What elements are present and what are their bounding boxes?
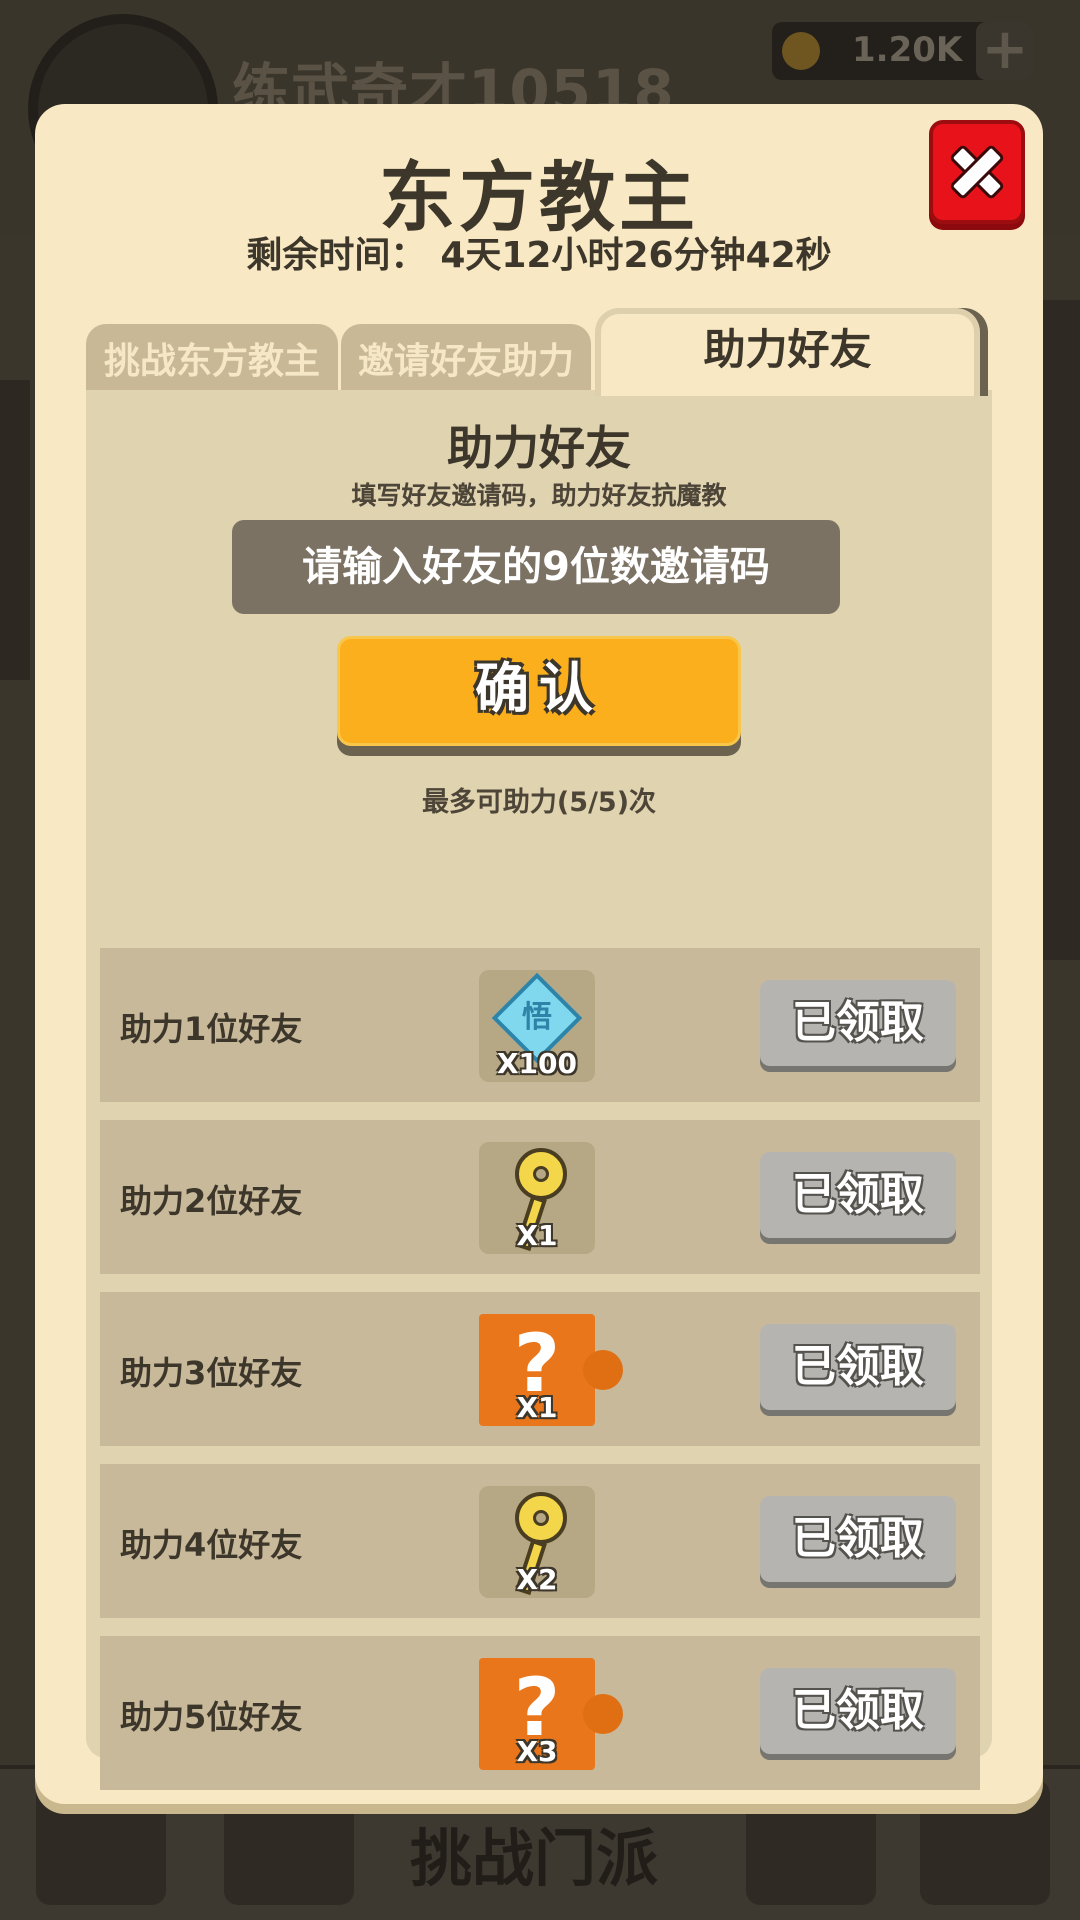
- assist-limit-text: 最多可助力(5/5)次: [421, 787, 657, 818]
- timer-label: 剩余时间：: [246, 235, 427, 276]
- tab-invite-friends[interactable]: 邀请好友助力: [341, 324, 591, 396]
- reward-row: 助力3位好友 ? X1 已领取: [100, 1292, 980, 1446]
- key-icon: [515, 1492, 567, 1544]
- claimed-button[interactable]: 已领取: [760, 980, 956, 1066]
- reward-row: 助力1位好友 悟 X100 已领取: [100, 948, 980, 1102]
- panel-subtitle: 填写好友邀请码，助力好友抗魔教: [351, 481, 727, 510]
- reward-row: 助力5位好友 ? X3 已领取: [100, 1636, 980, 1790]
- event-modal: 东方教主 剩余时间： 4天12小时26分钟42秒 挑战东方教主 邀请好友助力 助力…: [35, 104, 1043, 1804]
- currency-display: 1.20K +: [772, 22, 1034, 80]
- panel-title: 助力好友: [447, 421, 631, 475]
- reward-label: 助力2位好友: [120, 1182, 303, 1220]
- close-button[interactable]: [929, 120, 1025, 224]
- reward-item: ? X3: [479, 1658, 623, 1770]
- timer-value: 4天12小时26分钟42秒: [440, 235, 832, 276]
- reward-row: 助力4位好友 X2 已领取: [100, 1464, 980, 1618]
- confirm-button[interactable]: 确认: [337, 636, 741, 746]
- diamond-icon-char: 悟: [522, 1000, 552, 1035]
- invite-code-input[interactable]: [232, 520, 840, 614]
- reward-row: 助力2位好友 X1 已领取: [100, 1120, 980, 1274]
- tab-assist-friends[interactable]: 助力好友: [595, 308, 980, 396]
- reward-label: 助力4位好友: [120, 1526, 303, 1564]
- reward-quantity: X2: [516, 1563, 558, 1596]
- tab-content-panel: 助力好友 填写好友邀请码，助力好友抗魔教 确认 最多可助力(5/5)次 助力1位…: [86, 390, 992, 1790]
- coin-icon: [782, 32, 820, 70]
- key-icon: [515, 1148, 567, 1200]
- key-hole: [533, 1510, 549, 1526]
- reward-quantity: X1: [516, 1391, 558, 1424]
- reward-item: X1: [479, 1142, 595, 1254]
- claimed-button[interactable]: 已领取: [760, 1496, 956, 1582]
- reward-quantity: X3: [516, 1735, 558, 1768]
- key-hole: [533, 1166, 549, 1182]
- reward-label: 助力5位好友: [120, 1698, 303, 1736]
- background-side-left: [0, 380, 30, 680]
- claimed-button[interactable]: 已领取: [760, 1152, 956, 1238]
- claimed-button[interactable]: 已领取: [760, 1324, 956, 1410]
- reward-quantity: X1: [516, 1219, 558, 1252]
- tab-challenge-leader[interactable]: 挑战东方教主: [86, 324, 338, 396]
- countdown-timer: 剩余时间： 4天12小时26分钟42秒: [35, 226, 1043, 278]
- reward-label: 助力3位好友: [120, 1354, 303, 1392]
- claimed-button[interactable]: 已领取: [760, 1668, 956, 1754]
- background-challenge-label: 挑战门派: [410, 1822, 659, 1895]
- currency-plus-button: +: [976, 22, 1034, 80]
- currency-value: 1.20K: [852, 30, 963, 70]
- reward-item: ? X1: [479, 1314, 623, 1426]
- reward-item: 悟 X100: [479, 970, 595, 1082]
- reward-quantity: X100: [496, 1047, 578, 1080]
- reward-item: X2: [479, 1486, 595, 1598]
- reward-label: 助力1位好友: [120, 1010, 303, 1048]
